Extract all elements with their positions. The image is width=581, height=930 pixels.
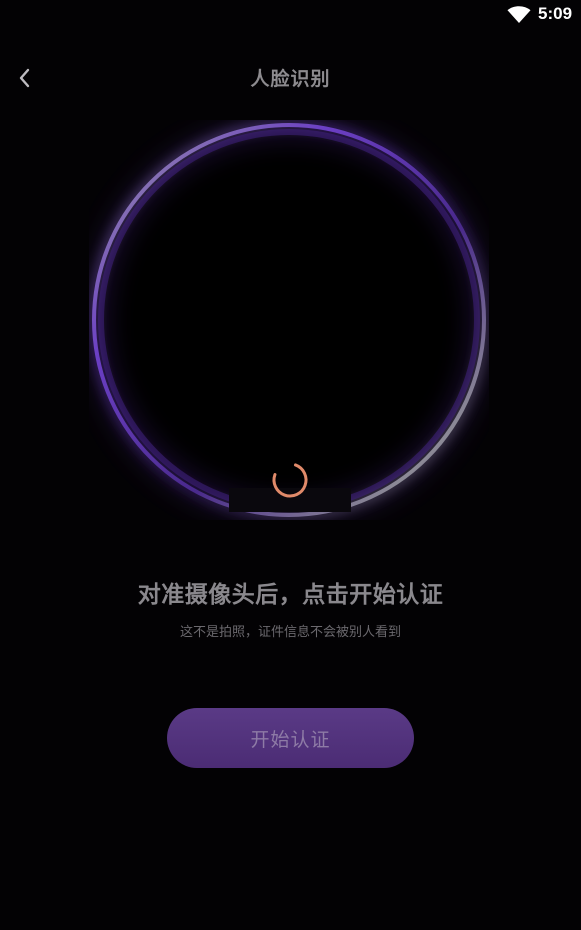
loading-spinner-icon — [272, 463, 308, 498]
header: 人脸识别 — [0, 52, 581, 102]
start-verification-button[interactable]: 开始认证 — [167, 708, 414, 768]
face-recognition-screen: 5:09 人脸识别 对准摄像头后，点击开始认证 这不是拍照，证件信息不会被别人看… — [0, 0, 581, 930]
status-time: 5:09 — [538, 4, 573, 23]
instruction-title: 对准摄像头后，点击开始认证 — [137, 582, 444, 608]
wifi-icon — [507, 6, 531, 24]
instruction-subtitle: 这不是拍照，证件信息不会被别人看到 — [179, 625, 401, 640]
page-title: 人脸识别 — [250, 68, 331, 90]
status-bar: 5:09 — [0, 0, 581, 30]
